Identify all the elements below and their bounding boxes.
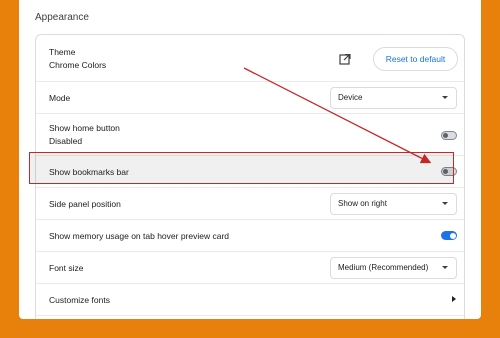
memory-usage-toggle[interactable] xyxy=(441,231,457,240)
reset-to-default-button[interactable]: Reset to default xyxy=(373,47,458,71)
mode-row: Mode Device xyxy=(36,81,464,113)
next-row xyxy=(36,315,464,319)
font-size-row: Font size Medium (Recommended) xyxy=(36,251,464,283)
home-button-toggle[interactable] xyxy=(441,131,457,140)
theme-row: Theme Chrome Colors Reset to default xyxy=(36,35,464,81)
side-panel-select[interactable]: Show on right xyxy=(330,193,457,215)
mode-select[interactable]: Device xyxy=(330,87,457,109)
mode-label: Mode xyxy=(49,93,71,103)
theme-label: Theme xyxy=(49,47,76,57)
font-size-label: Font size xyxy=(49,263,84,273)
chevron-down-icon xyxy=(442,266,448,269)
home-button-row: Show home button Disabled xyxy=(36,113,464,155)
theme-value: Chrome Colors xyxy=(49,60,107,70)
memory-usage-label: Show memory usage on tab hover preview c… xyxy=(49,231,230,241)
side-panel-label: Side panel position xyxy=(49,199,121,209)
side-panel-select-value: Show on right xyxy=(338,199,387,208)
mode-select-value: Device xyxy=(338,93,363,102)
settings-panel: Appearance Theme Chrome Colors Reset to … xyxy=(19,0,481,319)
side-panel-row: Side panel position Show on right xyxy=(36,187,464,219)
customize-fonts-row[interactable]: Customize fonts xyxy=(36,283,464,315)
chevron-right-icon xyxy=(452,296,456,302)
home-button-status: Disabled xyxy=(49,136,83,146)
customize-fonts-label: Customize fonts xyxy=(49,295,110,305)
section-title: Appearance xyxy=(35,12,89,23)
toggle-knob xyxy=(443,133,448,138)
chevron-down-icon xyxy=(442,96,448,99)
memory-usage-row: Show memory usage on tab hover preview c… xyxy=(36,219,464,251)
open-in-new-icon[interactable] xyxy=(339,53,351,65)
font-size-select-value: Medium (Recommended) xyxy=(338,263,429,272)
toggle-knob xyxy=(449,232,456,239)
font-size-select[interactable]: Medium (Recommended) xyxy=(330,257,457,279)
bookmarks-bar-highlight-box xyxy=(29,152,454,184)
home-button-label: Show home button xyxy=(49,123,120,133)
chevron-down-icon xyxy=(442,202,448,205)
